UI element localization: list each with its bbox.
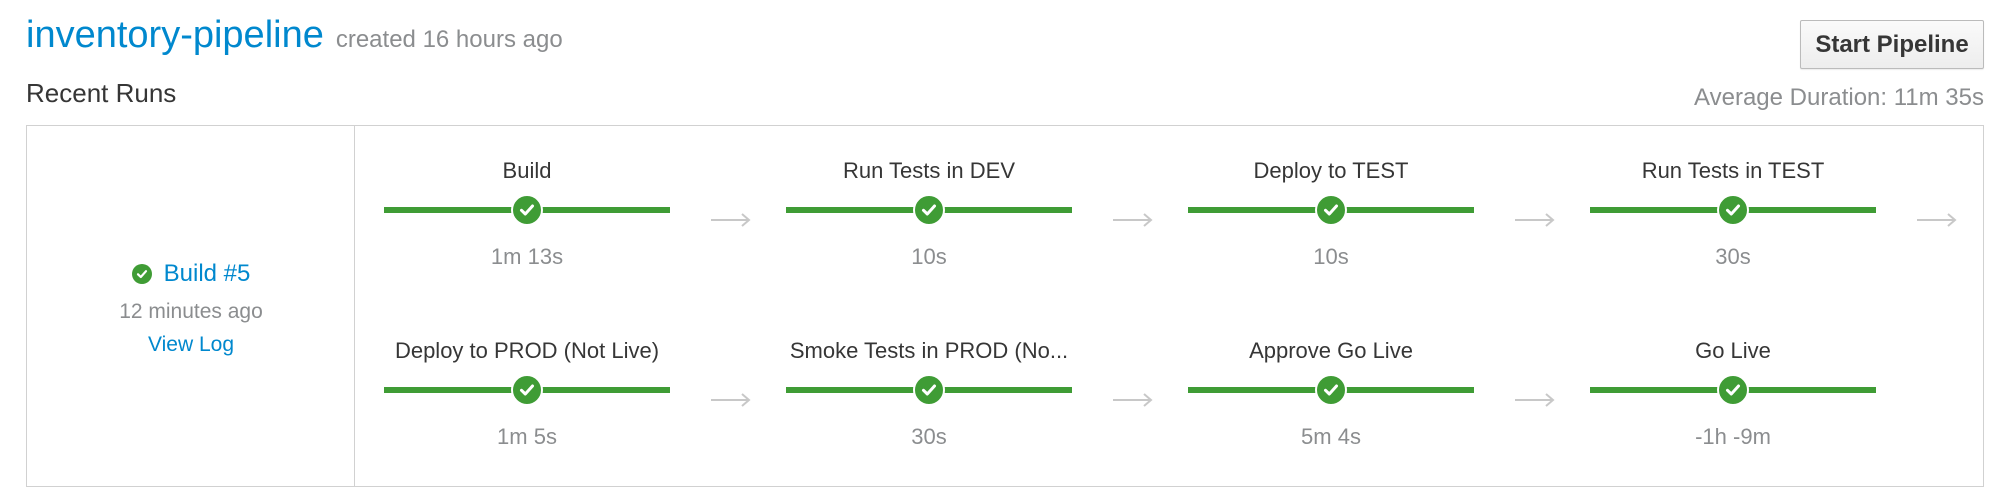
title-row: inventory-pipeline created 16 hours ago xyxy=(26,14,563,57)
stage-name: Approve Go Live xyxy=(1249,338,1413,363)
stage-name: Go Live xyxy=(1695,338,1771,363)
stage-duration: 30s xyxy=(911,424,947,449)
stage-duration: 5m 4s xyxy=(1301,424,1361,449)
pipeline-page: inventory-pipeline created 16 hours ago … xyxy=(0,0,1999,502)
recent-runs-panel: Build #5 12 minutes ago View Log Build 1… xyxy=(26,125,1984,487)
build-link[interactable]: Build #5 xyxy=(164,260,251,288)
build-time: 12 minutes ago xyxy=(119,300,263,323)
stage-name: Run Tests in TEST xyxy=(1641,158,1825,183)
check-circle-icon xyxy=(511,374,543,406)
check-circle-icon xyxy=(1315,374,1347,406)
average-duration: Average Duration: 11m 35s xyxy=(1694,84,1984,111)
check-circle-icon xyxy=(1717,374,1749,406)
stage-name: Deploy to PROD (Not Live) xyxy=(394,338,660,363)
arrow-right-icon xyxy=(711,393,751,407)
stage-duration: 10s xyxy=(1313,244,1349,269)
check-circle-icon xyxy=(511,194,543,226)
arrow-right-icon xyxy=(711,213,751,227)
stage-name: Smoke Tests in PROD (No... xyxy=(789,338,1069,363)
arrow-right-icon xyxy=(1515,393,1555,407)
start-pipeline-button[interactable]: Start Pipeline xyxy=(1800,20,1984,69)
arrow-right-icon xyxy=(1113,213,1153,227)
arrow-right-icon xyxy=(1113,393,1153,407)
stage-duration: 30s xyxy=(1715,244,1751,269)
check-circle-icon xyxy=(1315,194,1347,226)
arrow-right-icon xyxy=(1515,213,1555,227)
stage-name: Build xyxy=(502,158,552,183)
check-circle-icon xyxy=(913,194,945,226)
build-title-row: Build #5 xyxy=(27,260,355,288)
check-circle-icon xyxy=(131,264,152,284)
stage-duration: 1m 13s xyxy=(490,244,564,269)
stage-duration: -1h -9m xyxy=(1695,424,1771,449)
created-timestamp: created 16 hours ago xyxy=(335,26,563,53)
stage-duration: 1m 5s xyxy=(497,424,557,449)
build-summary: Build #5 12 minutes ago View Log xyxy=(27,126,355,486)
arrow-right-icon xyxy=(1917,213,1957,227)
check-circle-icon xyxy=(1717,194,1749,226)
stage-name: Deploy to TEST xyxy=(1253,158,1409,183)
recent-runs-heading: Recent Runs xyxy=(26,78,177,108)
view-log-link[interactable]: View Log xyxy=(27,333,355,357)
stage-duration: 10s xyxy=(911,244,947,269)
stage-name: Run Tests in DEV xyxy=(842,158,1015,183)
pipeline-name-link[interactable]: inventory-pipeline xyxy=(26,14,324,57)
check-circle-icon xyxy=(913,374,945,406)
